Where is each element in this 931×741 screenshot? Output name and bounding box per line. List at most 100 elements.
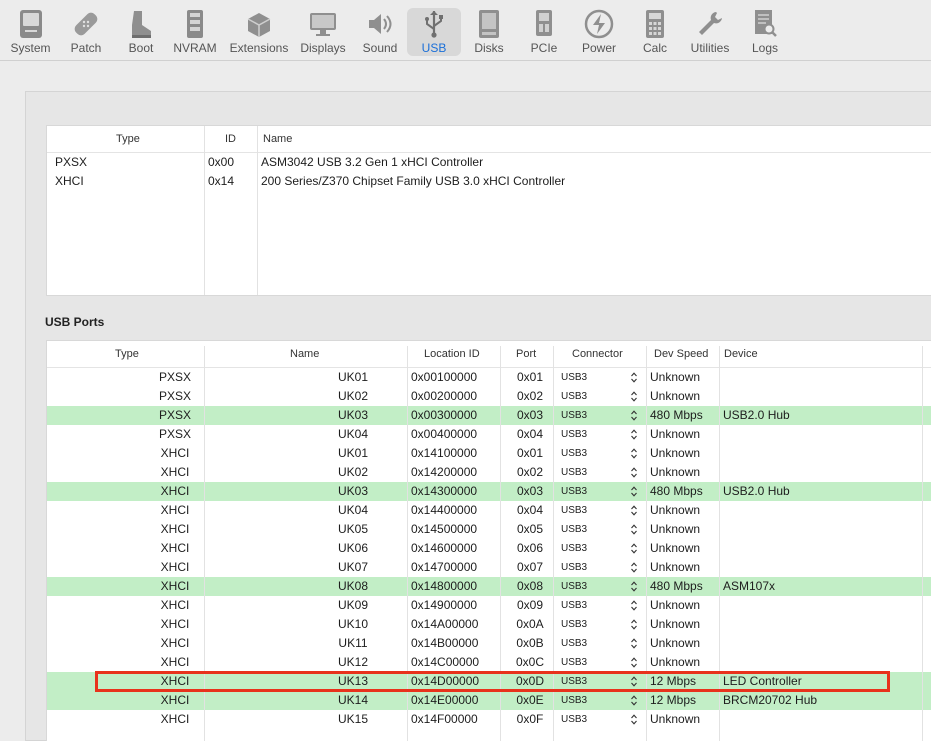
toolbar-item-sound[interactable]: Sound xyxy=(358,0,402,61)
chevron-updown-icon xyxy=(631,562,637,573)
toolbar-item-boot[interactable]: Boot xyxy=(120,0,162,61)
toolbar-label: NVRAM xyxy=(173,41,217,55)
toolbar-item-logs[interactable]: Logs xyxy=(745,0,785,61)
table-row[interactable]: XHCI UK06 0x14600000 0x06 Unknown USB3 xyxy=(47,539,931,558)
connector-select[interactable]: USB3 xyxy=(557,710,643,729)
port-device: USB2.0 Hub xyxy=(723,484,790,498)
controllers-table[interactable] xyxy=(46,125,931,296)
table-row[interactable]: XHCI UK07 0x14700000 0x07 Unknown USB3 xyxy=(47,558,931,577)
chevron-updown-icon xyxy=(631,524,637,535)
table-row[interactable]: XHCI UK08 0x14800000 0x08 480 Mbps ASM107x USB… xyxy=(47,577,931,596)
table-row[interactable]: XHCI UK01 0x14100000 0x01 Unknown USB3 xyxy=(47,444,931,463)
column-header-name[interactable]: Name xyxy=(290,347,319,361)
table-row[interactable]: XHCI UK05 0x14500000 0x05 Unknown USB3 xyxy=(47,520,931,539)
toolbar-label: USB xyxy=(421,41,447,55)
connector-value: USB3 xyxy=(561,448,588,459)
table-row[interactable]: XHCI UK09 0x14900000 0x09 Unknown USB3 xyxy=(47,596,931,615)
port-number: 0x0B xyxy=(516,636,544,650)
connector-select[interactable]: USB3 xyxy=(557,691,643,710)
table-row[interactable]: XHCI UK15 0x14F00000 0x0F Unknown USB3 xyxy=(47,710,931,729)
connector-select[interactable]: USB3 xyxy=(557,634,643,653)
table-row[interactable]: XHCI UK03 0x14300000 0x03 480 Mbps USB2.0 Hub… xyxy=(47,482,931,501)
chevron-updown-icon xyxy=(631,619,637,630)
table-row[interactable]: XHCI UK02 0x14200000 0x02 Unknown USB3 xyxy=(47,463,931,482)
port-number: 0x02 xyxy=(516,389,544,403)
toolbar-item-power[interactable]: Power xyxy=(576,0,622,61)
connector-select[interactable]: USB3 xyxy=(557,387,643,406)
column-header-id[interactable]: ID xyxy=(225,132,236,146)
table-row[interactable]: XHCI UK10 0x14A00000 0x0A Unknown USB3 xyxy=(47,615,931,634)
connector-value: USB3 xyxy=(561,657,588,668)
disks-icon xyxy=(472,8,506,40)
port-type: XHCI xyxy=(160,484,190,498)
column-header-port[interactable]: Port xyxy=(516,347,536,361)
port-device: USB2.0 Hub xyxy=(723,408,790,422)
table-row[interactable]: XHCI UK11 0x14B00000 0x0B Unknown USB3 xyxy=(47,634,931,653)
column-header-device[interactable]: Device xyxy=(724,347,758,361)
connector-value: USB3 xyxy=(561,638,588,649)
table-row[interactable]: XHCI UK04 0x14400000 0x04 Unknown USB3 xyxy=(47,501,931,520)
port-location-id: 0x14200000 xyxy=(411,465,478,479)
port-location-id: 0x00200000 xyxy=(411,389,478,403)
table-row[interactable]: PXSX UK02 0x00200000 0x02 Unknown USB3 xyxy=(47,387,931,406)
connector-select[interactable]: USB3 xyxy=(557,482,643,501)
chevron-updown-icon xyxy=(631,372,637,383)
toolbar-item-patch[interactable]: Patch xyxy=(64,0,108,61)
table-row[interactable]: XHCI UK14 0x14E00000 0x0E 12 Mbps BRCM20702 H… xyxy=(47,691,931,710)
toolbar-item-usb[interactable]: USB xyxy=(407,0,461,61)
column-header-location-id[interactable]: Location ID xyxy=(424,347,480,361)
port-type: PXSX xyxy=(158,389,191,403)
table-row[interactable]: PXSX UK01 0x00100000 0x01 Unknown USB3 xyxy=(47,368,931,387)
toolbar-label: Patch xyxy=(70,41,102,55)
toolbar-item-calc[interactable]: Calc xyxy=(634,0,676,61)
toolbar-item-utilities[interactable]: Utilities xyxy=(686,0,734,61)
toolbar-item-disks[interactable]: Disks xyxy=(467,0,511,61)
port-location-id: 0x14F00000 xyxy=(411,712,478,726)
table-row[interactable]: PXSX UK04 0x00400000 0x04 Unknown USB3 xyxy=(47,425,931,444)
boot-icon xyxy=(124,8,158,40)
port-number: 0x03 xyxy=(516,408,544,422)
toolbar-item-nvram[interactable]: NVRAM xyxy=(172,0,218,61)
connector-select[interactable]: USB3 xyxy=(557,463,643,482)
toolbar-item-displays[interactable]: Displays xyxy=(298,0,348,61)
port-number: 0x0F xyxy=(516,712,544,726)
connector-select[interactable]: USB3 xyxy=(557,615,643,634)
connector-select[interactable]: USB3 xyxy=(557,539,643,558)
column-header-type[interactable]: Type xyxy=(116,132,140,146)
column-header-name[interactable]: Name xyxy=(263,132,292,146)
port-number: 0x0E xyxy=(516,693,544,707)
toolbar-label: Boot xyxy=(128,41,154,55)
system-icon xyxy=(14,8,48,40)
port-number: 0x09 xyxy=(516,598,544,612)
column-header-connector[interactable]: Connector xyxy=(572,347,623,361)
logs-icon xyxy=(748,8,782,40)
power-icon xyxy=(582,8,616,40)
toolbar-item-pcie[interactable]: PCIe xyxy=(522,0,566,61)
port-type: XHCI xyxy=(160,503,190,517)
port-location-id: 0x14600000 xyxy=(411,541,478,555)
table-row[interactable]: PXSX UK03 0x00300000 0x03 480 Mbps USB2.0 Hub… xyxy=(47,406,931,425)
chevron-updown-icon xyxy=(631,714,637,725)
port-location-id: 0x00300000 xyxy=(411,408,478,422)
column-header-type[interactable]: Type xyxy=(115,347,139,361)
connector-select[interactable]: USB3 xyxy=(557,596,643,615)
connector-select[interactable]: USB3 xyxy=(557,520,643,539)
port-number: 0x04 xyxy=(516,503,544,517)
port-type: XHCI xyxy=(160,522,190,536)
connector-select[interactable]: USB3 xyxy=(557,368,643,387)
toolbar-label: Disks xyxy=(474,41,504,55)
connector-select[interactable]: USB3 xyxy=(557,558,643,577)
column-header-dev-speed[interactable]: Dev Speed xyxy=(654,347,708,361)
connector-select[interactable]: USB3 xyxy=(557,501,643,520)
toolbar-item-system[interactable]: System xyxy=(7,0,54,61)
connector-select[interactable]: USB3 xyxy=(557,425,643,444)
connector-select[interactable]: USB3 xyxy=(557,406,643,425)
table-row[interactable]: XHCI UK12 0x14C00000 0x0C Unknown USB3 xyxy=(47,653,931,672)
utilities-icon xyxy=(693,8,727,40)
chevron-updown-icon xyxy=(631,600,637,611)
toolbar-item-extensions[interactable]: Extensions xyxy=(228,0,290,61)
connector-select[interactable]: USB3 xyxy=(557,444,643,463)
connector-select[interactable]: USB3 xyxy=(557,577,643,596)
connector-select[interactable]: USB3 xyxy=(557,653,643,672)
extensions-icon xyxy=(242,8,276,40)
